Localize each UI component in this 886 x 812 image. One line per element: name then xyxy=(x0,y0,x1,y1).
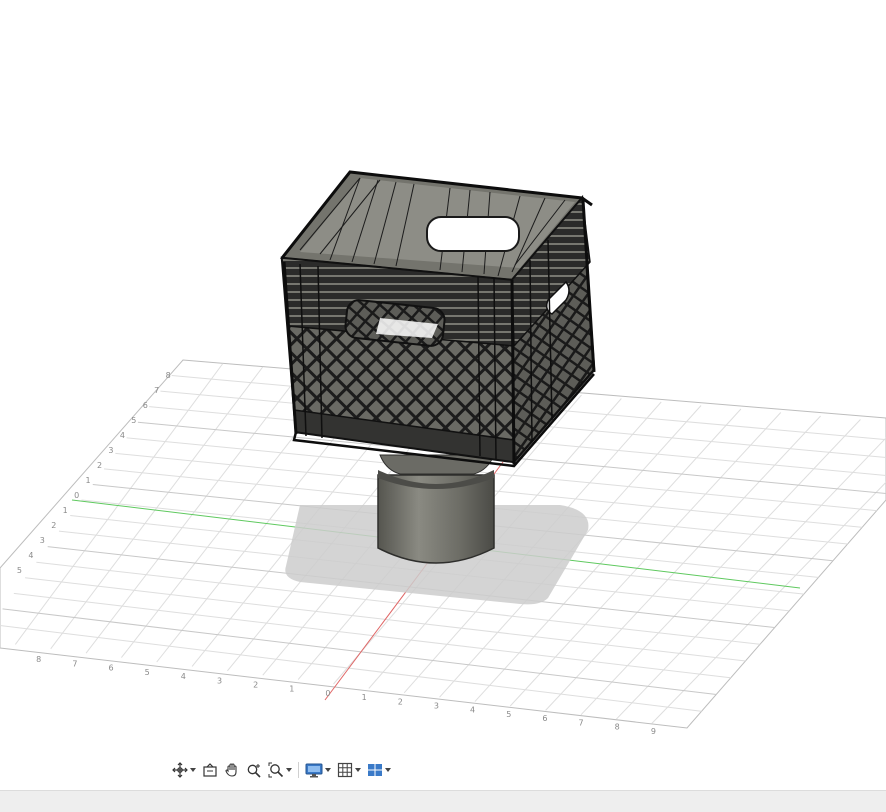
grid-tick-label: 1 xyxy=(289,685,294,694)
grid-tick-label: 5 xyxy=(145,668,150,677)
grid-tick-label: 2 xyxy=(253,680,258,689)
grid-tick-label: 4 xyxy=(120,431,125,440)
grid-tick-label: 9 xyxy=(651,727,656,736)
scene-canvas[interactable]: 876543210123458 7 6 5 4 3 2 1 0 1 2 3 4 5 6 7 8 9 xyxy=(0,0,886,790)
orbit-icon xyxy=(172,762,188,778)
grid-tick-label: 1 xyxy=(86,476,91,485)
grid-tick-label: 3 xyxy=(434,702,439,711)
grid-tick-label: 2 xyxy=(97,461,102,470)
grid-tick-label: 1 xyxy=(362,693,367,702)
look-at-icon xyxy=(203,763,217,777)
grid-tick-label: 3 xyxy=(40,536,45,545)
look-at-button[interactable] xyxy=(200,759,220,781)
grid-tick-label: 5 xyxy=(17,566,22,575)
grid-tick-label: 4 xyxy=(181,672,186,681)
grid-tick-label: 8 xyxy=(615,723,620,732)
zoom-button[interactable] xyxy=(244,759,264,781)
navigation-toolbar xyxy=(166,757,397,783)
chevron-down-icon xyxy=(355,768,361,772)
zoom-icon xyxy=(247,764,261,778)
grid-tick-label: 4 xyxy=(28,551,33,560)
viewports-icon xyxy=(368,764,382,776)
status-bar xyxy=(0,790,886,812)
fit-button[interactable] xyxy=(266,759,294,781)
pan-button[interactable] xyxy=(222,759,242,781)
fit-icon xyxy=(268,762,284,778)
chevron-down-icon xyxy=(325,768,331,772)
viewports-button[interactable] xyxy=(365,759,393,781)
grid-tick-label: 2 xyxy=(51,521,56,530)
chevron-down-icon xyxy=(286,768,292,772)
cylinder-body xyxy=(377,454,495,564)
grid-tick-label: 7 xyxy=(154,386,159,395)
grid-tick-label: 3 xyxy=(217,676,222,685)
chevron-down-icon xyxy=(385,768,391,772)
pan-icon xyxy=(225,763,237,777)
grid-tick-label: 3 xyxy=(108,446,113,455)
grid-tick-label: 7 xyxy=(72,659,77,668)
grid-settings-button[interactable] xyxy=(335,759,363,781)
grid-tick-label: 6 xyxy=(143,401,148,410)
display-settings-icon xyxy=(305,763,323,778)
grid-tick-label: 0 xyxy=(325,689,330,698)
grid-settings-icon xyxy=(337,762,353,778)
grid-tick-label: 0 xyxy=(74,491,79,500)
chevron-down-icon xyxy=(190,768,196,772)
grid-tick-label: 1 xyxy=(63,506,68,515)
grid-tick-label: 5 xyxy=(131,416,136,425)
grid-tick-label: 2 xyxy=(398,697,403,706)
toolbar-divider xyxy=(298,762,299,778)
grid-tick-label: 5 xyxy=(506,710,511,719)
grid-tick-label: 8 xyxy=(36,655,41,664)
grid-tick-label: 6 xyxy=(108,664,113,673)
grid-tick-label: 8 xyxy=(166,371,171,380)
grid-tick-label: 7 xyxy=(579,718,584,727)
3d-viewport[interactable]: 87654321012345876543210123456789 xyxy=(0,0,886,790)
orbit-button[interactable] xyxy=(170,759,198,781)
grid-tick-label: 6 xyxy=(542,714,547,723)
display-settings-button[interactable] xyxy=(303,759,333,781)
milk-crate-model xyxy=(280,170,596,468)
grid-tick-label: 4 xyxy=(470,706,475,715)
